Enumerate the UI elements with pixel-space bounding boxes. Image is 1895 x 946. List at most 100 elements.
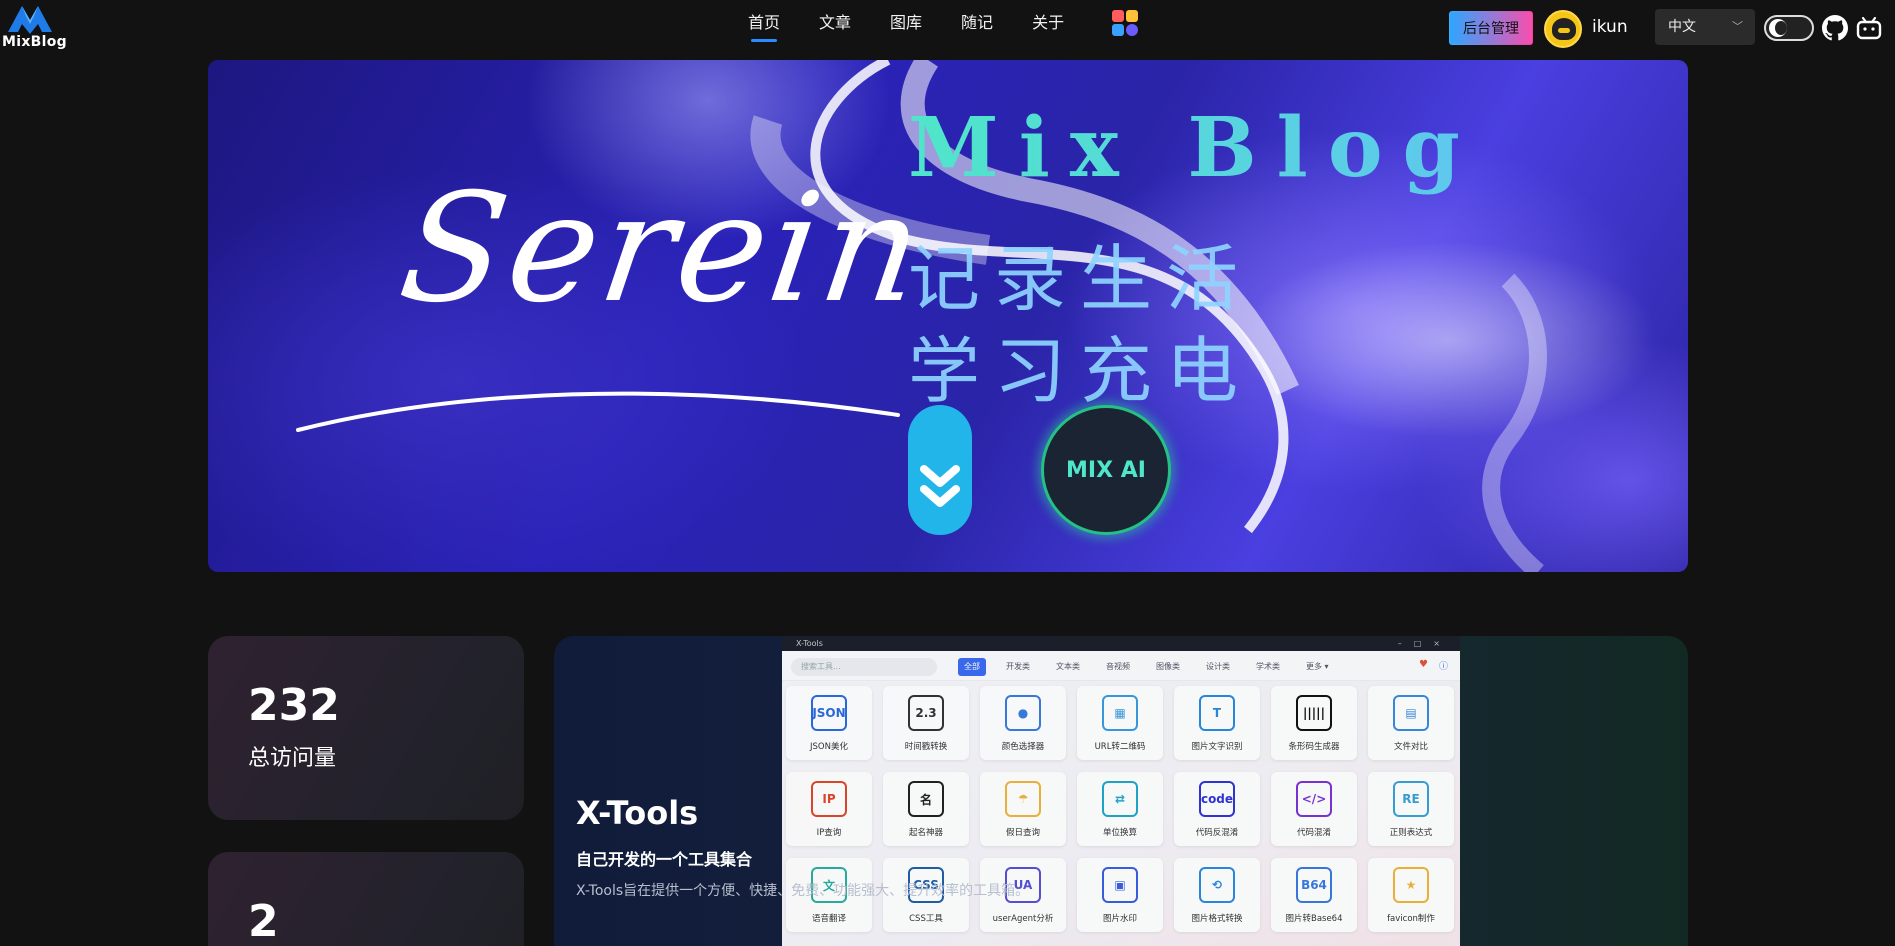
tool-label: IP查询 bbox=[816, 828, 842, 838]
bilibili-icon[interactable] bbox=[1856, 15, 1882, 41]
unit-convert-icon: ⇄ bbox=[1102, 781, 1138, 817]
shot-tabs: 全部 开发类 文本类 音视频 图像类 设计类 学术类 更多 ▾ bbox=[958, 658, 1349, 676]
tool-tile: ▤ 文件对比 bbox=[1368, 686, 1454, 760]
tool-label: 假日查询 bbox=[1005, 828, 1040, 838]
stat-value: 2 bbox=[248, 896, 279, 946]
banner-slogan-line1: 记录生活 bbox=[908, 237, 1253, 321]
banner-title: Mix Blog bbox=[908, 100, 1480, 196]
shot-tab: 图像类 bbox=[1156, 662, 1180, 671]
mix-ai-button[interactable]: MIX AI bbox=[1041, 405, 1171, 535]
tool-label: JSON美化 bbox=[810, 742, 848, 752]
shot-tab: 学术类 bbox=[1256, 662, 1280, 671]
tool-label: 图片文字识别 bbox=[1191, 742, 1243, 752]
holiday-icon: ☂ bbox=[1005, 781, 1041, 817]
tool-tile: ⟲ 图片格式转换 bbox=[1174, 858, 1260, 932]
main-nav: 首页 文章 图库 随记 关于 bbox=[748, 12, 1103, 42]
language-value: 中文 bbox=[1668, 19, 1696, 35]
shot-tab: 开发类 bbox=[1006, 662, 1030, 671]
tool-label: 图片水印 bbox=[1102, 914, 1137, 924]
heart-icon: ♥ bbox=[1419, 659, 1428, 670]
tool-label: userAgent分析 bbox=[992, 914, 1054, 924]
hero-banner: Serein Mix Blog 记录生活 学习充电 MIX AI bbox=[208, 60, 1688, 572]
regex-icon: RE bbox=[1393, 781, 1429, 817]
favicon-icon: ★ bbox=[1393, 867, 1429, 903]
moon-icon bbox=[1769, 19, 1787, 37]
top-header: MixBlog 首页 文章 图库 随记 关于 后台管理 ikun 中文 ﹀ bbox=[0, 0, 1895, 56]
watermark-icon: ▣ bbox=[1102, 867, 1138, 903]
nav-gallery[interactable]: 图库 bbox=[890, 12, 922, 42]
tool-tile: B64 图片转Base64 bbox=[1271, 858, 1357, 932]
stat-card-visits: 232 总访问量 bbox=[208, 636, 524, 820]
tool-label: 图片转Base64 bbox=[1285, 914, 1343, 924]
avatar[interactable] bbox=[1544, 10, 1582, 48]
nav-articles[interactable]: 文章 bbox=[819, 12, 851, 42]
tool-label: 代码混淆 bbox=[1296, 828, 1331, 838]
admin-button-label: 后台管理 bbox=[1450, 12, 1532, 44]
shot-tab: 更多 ▾ bbox=[1306, 662, 1329, 671]
tool-tile: ☂ 假日查询 bbox=[980, 772, 1066, 846]
tool-label: 起名神器 bbox=[908, 828, 943, 838]
name-icon: 名 bbox=[908, 781, 944, 817]
shot-window-title: X-Tools bbox=[796, 639, 823, 648]
shot-window-titlebar: X-Tools –□× bbox=[782, 636, 1460, 651]
language-select[interactable]: 中文 ﹀ bbox=[1655, 9, 1755, 45]
apps-icon[interactable] bbox=[1112, 10, 1142, 40]
tool-tile: ▣ 图片水印 bbox=[1077, 858, 1163, 932]
tool-label: 条形码生成器 bbox=[1288, 742, 1340, 752]
tool-tile: IP IP查询 bbox=[786, 772, 872, 846]
site-logo[interactable]: MixBlog bbox=[2, 2, 68, 54]
code-obfuscate-icon: </> bbox=[1296, 781, 1332, 817]
tool-label: 单位换算 bbox=[1102, 828, 1137, 838]
shot-tab: 全部 bbox=[958, 658, 986, 676]
nav-home[interactable]: 首页 bbox=[748, 12, 780, 42]
tool-tile: ★ favicon制作 bbox=[1368, 858, 1454, 932]
banner-slogan-line2: 学习充电 bbox=[908, 329, 1253, 413]
logo-mark-icon bbox=[8, 6, 52, 34]
tool-tile: code 代码反混淆 bbox=[1174, 772, 1260, 846]
tools-subtitle: 自己开发的一个工具集合 bbox=[576, 850, 753, 869]
tool-label: 文件对比 bbox=[1393, 742, 1428, 752]
shot-search-input: 搜索工具... bbox=[791, 658, 937, 676]
tool-tile: ▦ URL转二维码 bbox=[1077, 686, 1163, 760]
tool-label: 代码反混淆 bbox=[1195, 828, 1239, 838]
ocr-icon: T bbox=[1199, 695, 1235, 731]
tool-label: 时间戳转换 bbox=[904, 742, 948, 752]
tool-tile: 名起名神器 bbox=[883, 772, 969, 846]
code-deobfuscate-icon: code bbox=[1199, 781, 1235, 817]
window-controls-icon: –□× bbox=[1397, 639, 1452, 648]
nav-notes[interactable]: 随记 bbox=[961, 12, 993, 42]
shot-tab: 文本类 bbox=[1056, 662, 1080, 671]
image-convert-icon: ⟲ bbox=[1199, 867, 1235, 903]
tools-title: X-Tools bbox=[576, 794, 699, 832]
palette-icon: ● bbox=[1005, 695, 1041, 731]
admin-button[interactable]: 后台管理 bbox=[1449, 11, 1533, 45]
tool-tile: ● 颜色选择器 bbox=[980, 686, 1066, 760]
stat-card-second: 2 bbox=[208, 852, 524, 946]
file-compare-icon: ▤ bbox=[1393, 695, 1429, 731]
nav-about[interactable]: 关于 bbox=[1032, 12, 1064, 42]
json-icon: JSON bbox=[811, 695, 847, 731]
tool-label: favicon制作 bbox=[1387, 914, 1435, 924]
calendar-icon: 2.3 bbox=[908, 695, 944, 731]
logo-text: MixBlog bbox=[2, 34, 67, 50]
tools-description: X-Tools旨在提供一个方便、快捷、免费、功能强大、提升效率的工具箱。 bbox=[576, 883, 1030, 899]
ip-search-icon: IP bbox=[811, 781, 847, 817]
double-chevron-down-icon bbox=[920, 465, 960, 507]
username[interactable]: ikun bbox=[1592, 17, 1628, 37]
barcode-icon: ||||| bbox=[1296, 695, 1332, 731]
qrcode-icon: ▦ bbox=[1102, 695, 1138, 731]
theme-toggle[interactable] bbox=[1764, 15, 1814, 41]
tool-label: CSS工具 bbox=[909, 914, 943, 924]
tool-tile: ||||| 条形码生成器 bbox=[1271, 686, 1357, 760]
info-icon: ⓘ bbox=[1438, 662, 1448, 672]
tool-tile: 2.3 时间戳转换 bbox=[883, 686, 969, 760]
github-icon[interactable] bbox=[1822, 15, 1848, 41]
stat-label: 总访问量 bbox=[248, 746, 337, 771]
chevron-down-icon: ﹀ bbox=[1732, 20, 1743, 33]
base64-icon: B64 bbox=[1296, 867, 1332, 903]
stat-value: 232 bbox=[248, 680, 340, 731]
tool-tile: JSON JSON美化 bbox=[786, 686, 872, 760]
x-tools-card[interactable]: X-Tools 自己开发的一个工具集合 X-Tools –□× 搜索工具... … bbox=[554, 636, 1688, 946]
scroll-down-button[interactable] bbox=[908, 405, 972, 535]
tool-label: 正则表达式 bbox=[1389, 828, 1433, 838]
